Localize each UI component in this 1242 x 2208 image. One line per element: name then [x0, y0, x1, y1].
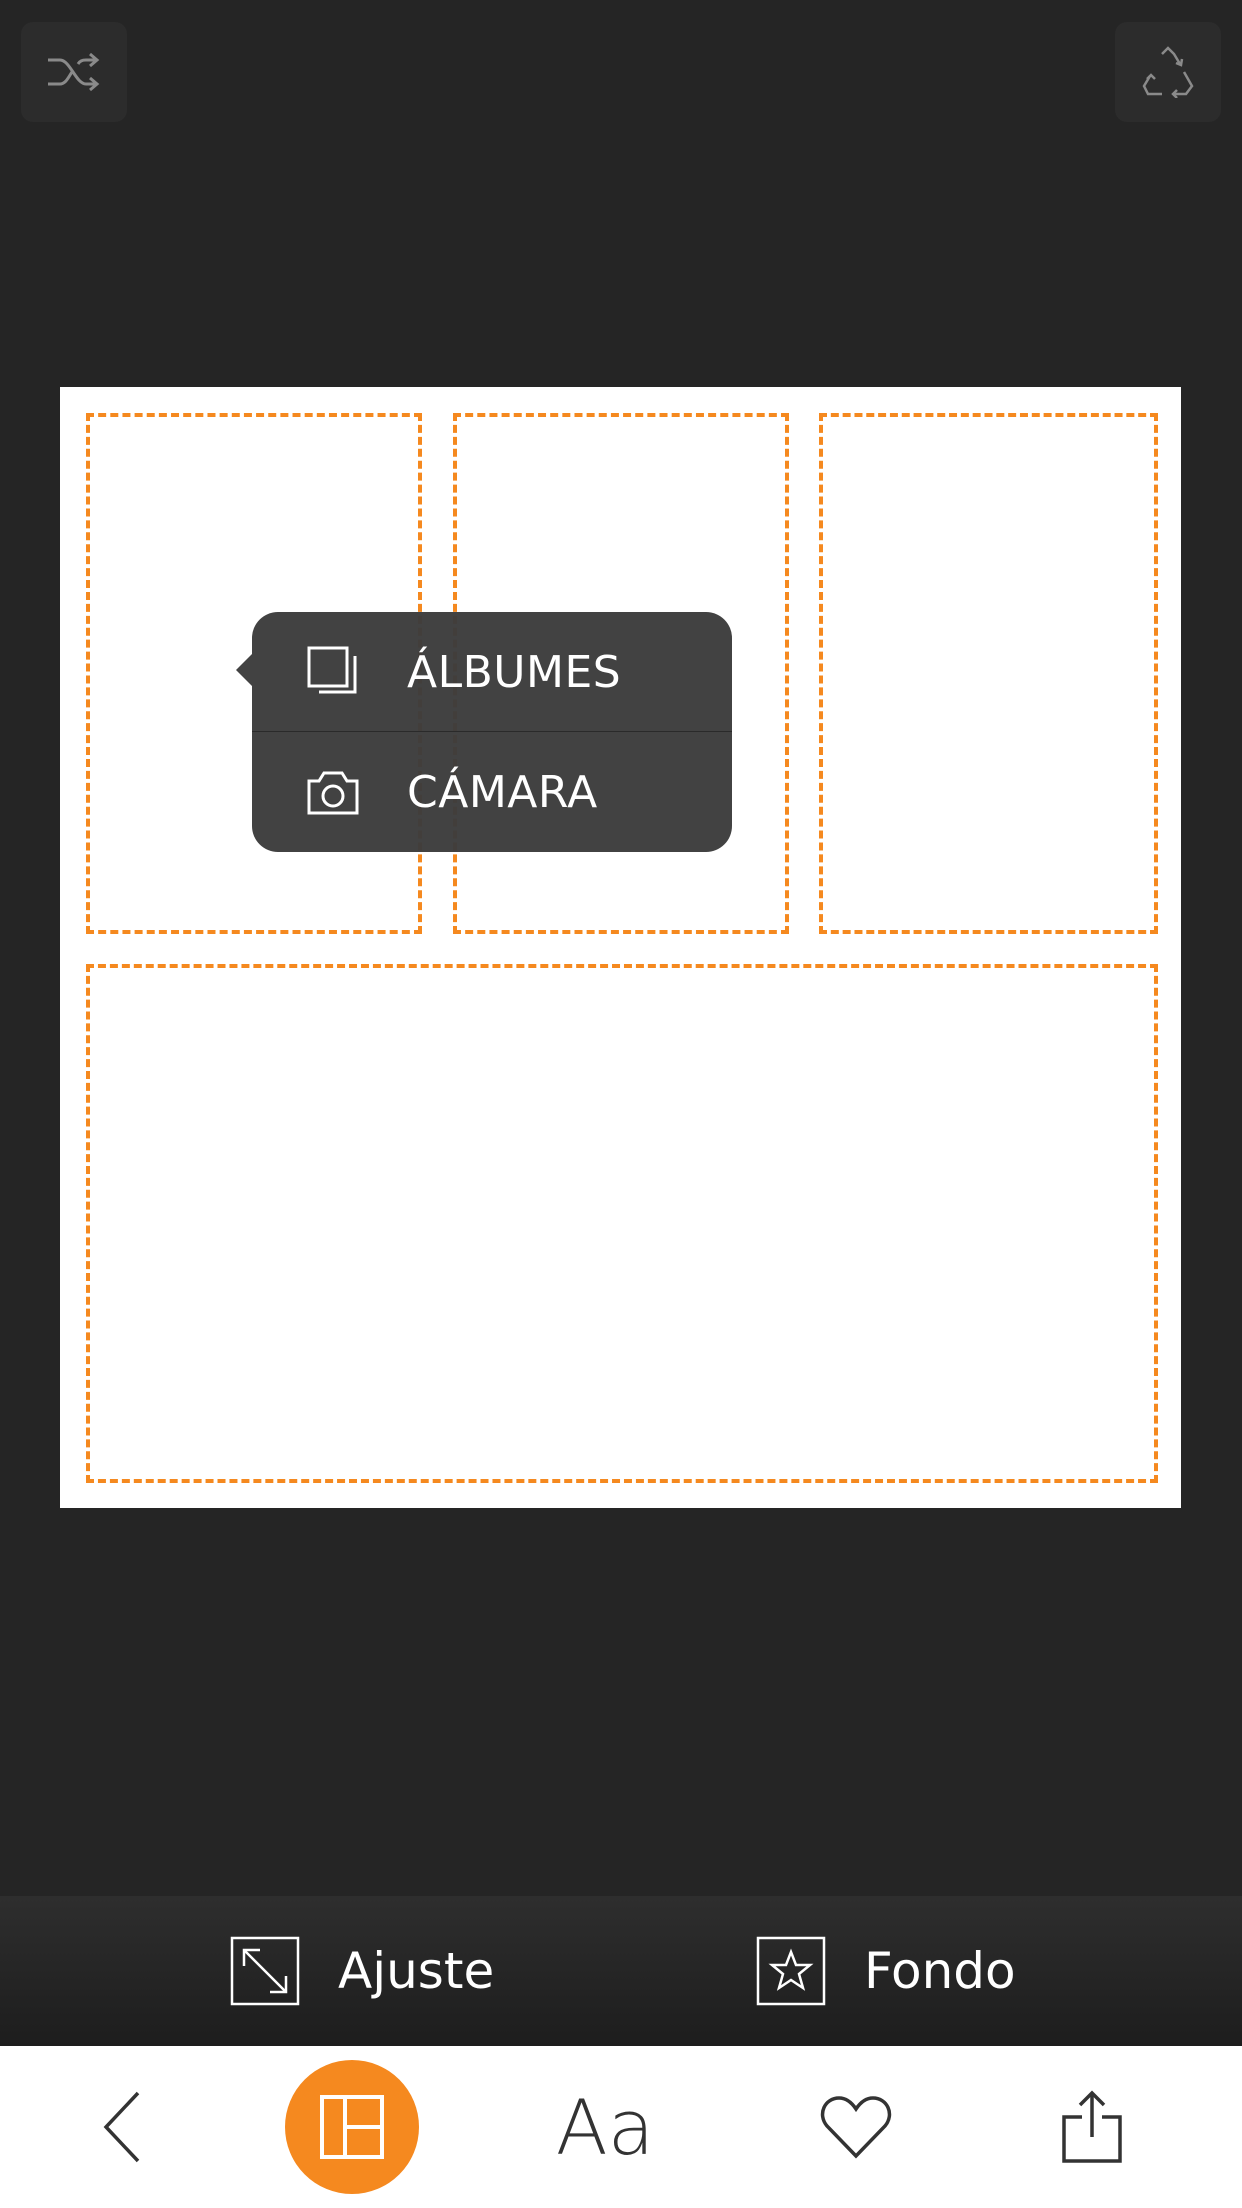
tab-bar: Aa: [0, 2046, 1242, 2208]
star-frame-icon: [756, 1936, 826, 2006]
collage-canvas: [60, 387, 1181, 1508]
favorite-tab[interactable]: [789, 2060, 923, 2194]
text-icon: Aa: [555, 2082, 655, 2172]
shuffle-icon: [48, 52, 100, 92]
back-button[interactable]: [56, 2060, 190, 2194]
popup-item-camera[interactable]: CÁMARA: [252, 732, 732, 852]
collage-cell-3[interactable]: [819, 413, 1158, 934]
shuffle-button[interactable]: [21, 22, 127, 122]
fondo-label: Fondo: [864, 1942, 1016, 2000]
fondo-button[interactable]: Fondo: [756, 1896, 1016, 2046]
recycle-button[interactable]: [1115, 22, 1221, 122]
collage-cell-4[interactable]: [86, 964, 1158, 1483]
back-icon: [103, 2091, 140, 2163]
popup-item-label: CÁMARA: [407, 766, 598, 818]
albums-icon: [303, 642, 363, 702]
recycle-icon: [1142, 46, 1194, 98]
resize-icon: [230, 1936, 300, 2006]
share-tab[interactable]: [1025, 2060, 1159, 2194]
popup-item-label: ÁLBUMES: [407, 646, 622, 698]
text-tab[interactable]: Aa: [538, 2060, 672, 2194]
ajuste-button[interactable]: Ajuste: [230, 1896, 494, 2046]
edit-toolbar: Ajuste Fondo: [0, 1896, 1242, 2046]
camera-icon: [303, 762, 363, 822]
layout-tab[interactable]: [285, 2060, 419, 2194]
popup-arrow: [236, 654, 252, 686]
heart-icon: [820, 2096, 892, 2159]
layout-icon: [320, 2095, 384, 2159]
share-icon: [1062, 2090, 1122, 2163]
popup-item-albums[interactable]: ÁLBUMES: [252, 612, 732, 732]
photo-source-popup: ÁLBUMES CÁMARA: [236, 612, 732, 852]
ajuste-label: Ajuste: [338, 1942, 495, 2000]
